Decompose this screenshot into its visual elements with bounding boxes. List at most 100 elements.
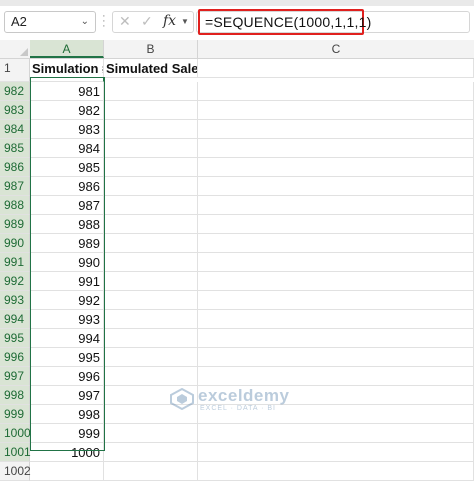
column-header-b[interactable]: B bbox=[104, 40, 198, 58]
row-number[interactable]: 985 bbox=[0, 139, 30, 158]
cell-simulated-sales[interactable] bbox=[104, 101, 198, 120]
column-header-a[interactable]: A bbox=[30, 40, 104, 58]
row-number[interactable]: 993 bbox=[0, 291, 30, 310]
row-number[interactable]: 990 bbox=[0, 234, 30, 253]
row-number[interactable]: 984 bbox=[0, 120, 30, 139]
insert-function-button[interactable]: fx bbox=[163, 13, 176, 29]
row-number[interactable]: 997 bbox=[0, 367, 30, 386]
cell[interactable] bbox=[198, 291, 474, 310]
table-row: 983 982 bbox=[0, 101, 474, 120]
table-row: 990 989 bbox=[0, 234, 474, 253]
cell-simulated-sales[interactable] bbox=[104, 272, 198, 291]
cell[interactable] bbox=[198, 120, 474, 139]
cell[interactable] bbox=[198, 59, 474, 78]
cell-simulation-number[interactable]: 982 bbox=[30, 101, 104, 120]
cell-simulation-number[interactable]: 997 bbox=[30, 386, 104, 405]
cell-simulation-number[interactable]: 998 bbox=[30, 405, 104, 424]
cell-simulation-number[interactable]: 985 bbox=[30, 158, 104, 177]
row-number[interactable]: 1001 bbox=[0, 443, 31, 462]
cell-simulation-number[interactable]: 989 bbox=[30, 234, 104, 253]
cell-simulated-sales[interactable] bbox=[104, 253, 198, 272]
cell[interactable] bbox=[198, 443, 474, 462]
cell-simulated-sales[interactable] bbox=[104, 196, 198, 215]
header-row: 1 Simulation # Simulated Sales bbox=[0, 59, 474, 78]
row-number[interactable]: 1002 bbox=[0, 462, 31, 481]
row-number[interactable]: 992 bbox=[0, 272, 30, 291]
cell-simulation-number[interactable]: 992 bbox=[30, 291, 104, 310]
cell-simulation-number[interactable]: 981 bbox=[30, 82, 104, 101]
cell[interactable] bbox=[198, 329, 474, 348]
cell[interactable] bbox=[198, 196, 474, 215]
row-number[interactable]: 996 bbox=[0, 348, 30, 367]
row-number[interactable]: 999 bbox=[0, 405, 30, 424]
cell[interactable] bbox=[198, 348, 474, 367]
cell[interactable] bbox=[198, 310, 474, 329]
cell-simulation-number[interactable]: 995 bbox=[30, 348, 104, 367]
chevron-down-icon[interactable]: ⌄ bbox=[81, 12, 89, 32]
cell-simulated-sales[interactable] bbox=[104, 177, 198, 196]
row-number[interactable]: 983 bbox=[0, 101, 30, 120]
cell-simulated-sales[interactable] bbox=[104, 234, 198, 253]
cell-simulated-sales[interactable] bbox=[104, 443, 198, 462]
cell-simulation-number[interactable]: 984 bbox=[30, 139, 104, 158]
cell-simulation-number[interactable]: 1000 bbox=[30, 443, 104, 462]
cell-simulated-sales[interactable] bbox=[104, 291, 198, 310]
drag-handle-icon[interactable]: · · · bbox=[102, 11, 108, 32]
cell[interactable] bbox=[198, 177, 474, 196]
row-number[interactable]: 982 bbox=[0, 82, 30, 101]
cell-simulation-number[interactable]: 993 bbox=[30, 310, 104, 329]
row-number[interactable]: 994 bbox=[0, 310, 30, 329]
cell-simulated-sales[interactable] bbox=[104, 424, 198, 443]
row-number[interactable]: 988 bbox=[0, 196, 30, 215]
cell[interactable] bbox=[198, 139, 474, 158]
row-number[interactable]: 989 bbox=[0, 215, 30, 234]
cell[interactable] bbox=[198, 101, 474, 120]
cell-simulated-sales[interactable] bbox=[104, 348, 198, 367]
table-row: 991 990 bbox=[0, 253, 474, 272]
enter-icon[interactable]: ✓ bbox=[141, 13, 153, 30]
cell[interactable] bbox=[198, 253, 474, 272]
cell-simulation-number[interactable]: 983 bbox=[30, 120, 104, 139]
row-number[interactable]: 991 bbox=[0, 253, 30, 272]
cell-simulation-number[interactable]: 996 bbox=[30, 367, 104, 386]
cell-simulated-sales[interactable] bbox=[104, 82, 198, 101]
cell-simulation-number[interactable]: 999 bbox=[30, 424, 104, 443]
cell-simulated-sales[interactable] bbox=[104, 139, 198, 158]
formula-text[interactable]: =SEQUENCE(1000,1,1,1) bbox=[198, 9, 371, 35]
cell-simulation-number[interactable]: 990 bbox=[30, 253, 104, 272]
select-all-button[interactable] bbox=[0, 40, 31, 58]
name-box[interactable]: A2 ⌄ bbox=[4, 11, 96, 33]
cell[interactable] bbox=[198, 367, 474, 386]
row-number[interactable]: 986 bbox=[0, 158, 30, 177]
cell-simulation-number[interactable]: 987 bbox=[30, 196, 104, 215]
cell-simulation-number[interactable]: 994 bbox=[30, 329, 104, 348]
cancel-icon[interactable]: ✕ bbox=[119, 13, 131, 30]
row-number[interactable]: 1 bbox=[0, 59, 30, 78]
cell-simulation-number[interactable]: 986 bbox=[30, 177, 104, 196]
header-cell-simulation[interactable]: Simulation # bbox=[30, 59, 104, 78]
row-number[interactable]: 987 bbox=[0, 177, 30, 196]
row-number[interactable]: 995 bbox=[0, 329, 30, 348]
cell-simulation-number[interactable]: 988 bbox=[30, 215, 104, 234]
header-cell-simulated-sales[interactable]: Simulated Sales bbox=[104, 59, 198, 78]
cell-simulation-number[interactable]: 991 bbox=[30, 272, 104, 291]
cell[interactable] bbox=[198, 215, 474, 234]
cell-simulated-sales[interactable] bbox=[104, 329, 198, 348]
cell-simulation-number[interactable] bbox=[30, 462, 104, 481]
row-number[interactable]: 1000 bbox=[0, 424, 31, 443]
cell[interactable] bbox=[198, 462, 474, 481]
cell-simulated-sales[interactable] bbox=[104, 310, 198, 329]
cell-simulated-sales[interactable] bbox=[104, 367, 198, 386]
cell-simulated-sales[interactable] bbox=[104, 158, 198, 177]
cell-simulated-sales[interactable] bbox=[104, 120, 198, 139]
cell[interactable] bbox=[198, 424, 474, 443]
cell-simulated-sales[interactable] bbox=[104, 215, 198, 234]
chevron-down-icon[interactable]: ▼ bbox=[181, 17, 189, 26]
cell[interactable] bbox=[198, 234, 474, 253]
row-number[interactable]: 998 bbox=[0, 386, 30, 405]
cell[interactable] bbox=[198, 272, 474, 291]
column-header-c[interactable]: C bbox=[198, 40, 474, 58]
cell-simulated-sales[interactable] bbox=[104, 462, 198, 481]
cell[interactable] bbox=[198, 82, 474, 101]
cell[interactable] bbox=[198, 158, 474, 177]
